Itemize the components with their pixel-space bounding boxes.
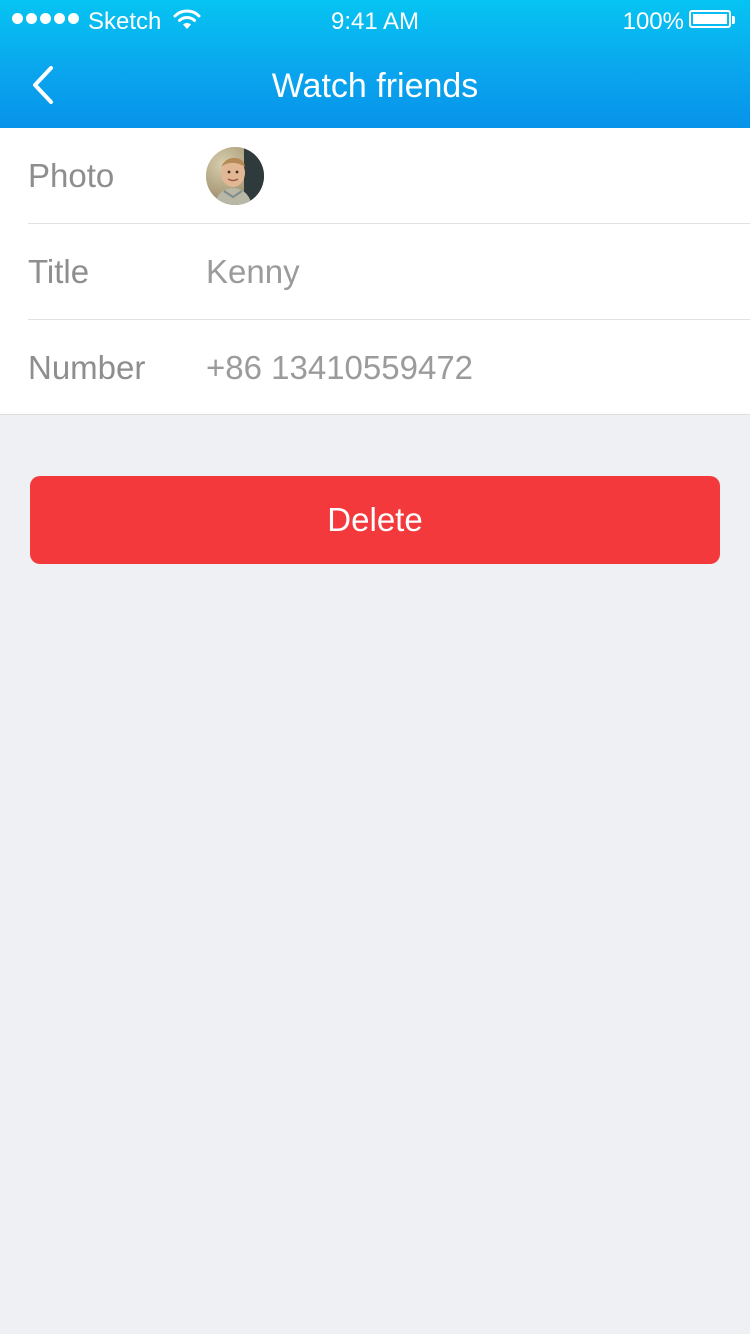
- number-row[interactable]: Number +86 13410559472: [0, 320, 750, 416]
- delete-button[interactable]: Delete: [30, 476, 720, 564]
- avatar[interactable]: [206, 147, 264, 205]
- photo-row[interactable]: Photo: [0, 128, 750, 224]
- status-bar: Sketch 9:41 AM 100%: [0, 0, 750, 40]
- navigation-header: Sketch 9:41 AM 100% Watch friends: [0, 0, 750, 128]
- title-row[interactable]: Title Kenny: [0, 224, 750, 320]
- number-value[interactable]: +86 13410559472: [206, 320, 473, 416]
- photo-label: Photo: [28, 157, 115, 194]
- title-label: Title: [28, 253, 90, 290]
- battery-icon: [689, 10, 735, 30]
- title-value[interactable]: Kenny: [206, 224, 300, 320]
- friend-details-card: Photo Title Kenny Number +86 13410559472: [0, 128, 750, 415]
- number-label: Number: [28, 349, 146, 386]
- battery-percentage: 100%: [622, 8, 684, 35]
- page-title: Watch friends: [271, 67, 479, 105]
